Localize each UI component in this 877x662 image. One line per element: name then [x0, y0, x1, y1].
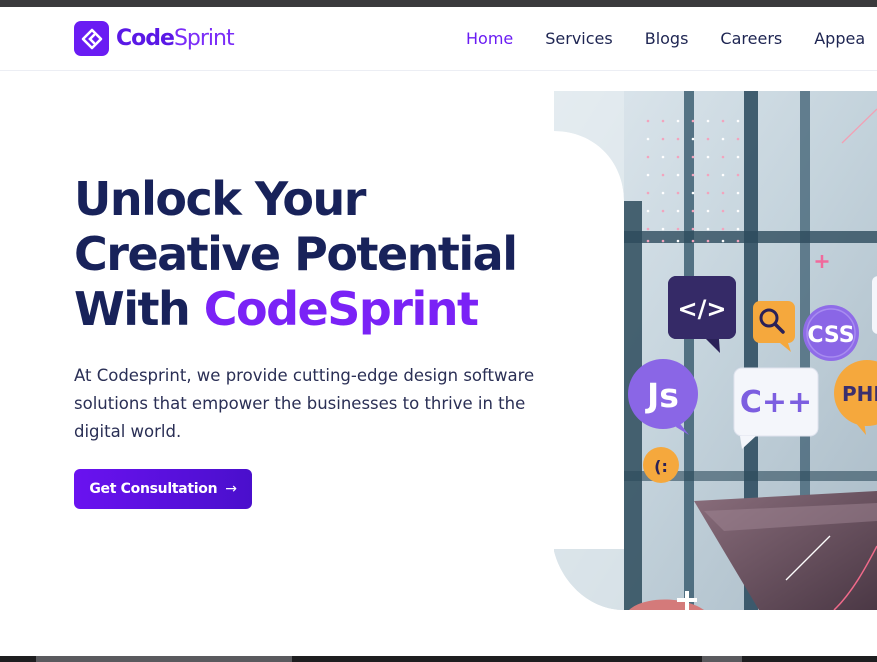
nav-link-careers[interactable]: Careers [720, 29, 782, 48]
hero-title-highlight: CodeSprint [203, 282, 479, 336]
nav-link-appearance[interactable]: Appea [814, 29, 865, 48]
nav-link-services[interactable]: Services [545, 29, 612, 48]
cta-label: Get Consultation [89, 481, 218, 497]
bubble-smile: (: [654, 457, 668, 476]
bottom-segment [702, 656, 742, 662]
partial-card [872, 276, 877, 334]
bubble-css: CSS [807, 323, 854, 348]
hero-title: Unlock Your Creative Potential With Code… [74, 172, 554, 337]
hero-illustration: </> CSS Js C++ PH (: [554, 91, 877, 610]
bubble-cpp: C++ [740, 385, 812, 420]
hero-title-line1: Unlock Your [74, 172, 366, 226]
logo-text-part1: Code [116, 26, 175, 51]
logo-text: CodeSprint [116, 26, 235, 51]
bubble-php: PHP [842, 382, 877, 406]
main-nav: Home Services Blogs Careers Appea [466, 29, 877, 48]
smile-bubble: (: [643, 447, 679, 483]
browser-bottom-strip [0, 656, 877, 662]
logo-mark-icon [74, 21, 109, 56]
get-consultation-button[interactable]: Get Consultation → [74, 469, 252, 509]
hero-title-line2: Creative Potential [74, 227, 518, 281]
browser-top-strip [0, 0, 877, 7]
hero-description: At Codesprint, we provide cutting-edge d… [74, 366, 535, 441]
bubble-js: Js [645, 376, 679, 415]
nav-link-blogs[interactable]: Blogs [645, 29, 689, 48]
bubble-code-tag: </> [678, 295, 727, 323]
logo-text-part2: Sprint [173, 26, 235, 51]
hero-title-line3-prefix: With [74, 282, 204, 336]
bottom-segment [36, 656, 292, 662]
css-bubble: CSS [803, 305, 859, 361]
arrow-right-icon: → [225, 481, 237, 497]
nav-link-home[interactable]: Home [466, 29, 513, 48]
site-header: CodeSprint Home Services Blogs Careers A… [0, 7, 877, 71]
logo[interactable]: CodeSprint [74, 21, 235, 56]
